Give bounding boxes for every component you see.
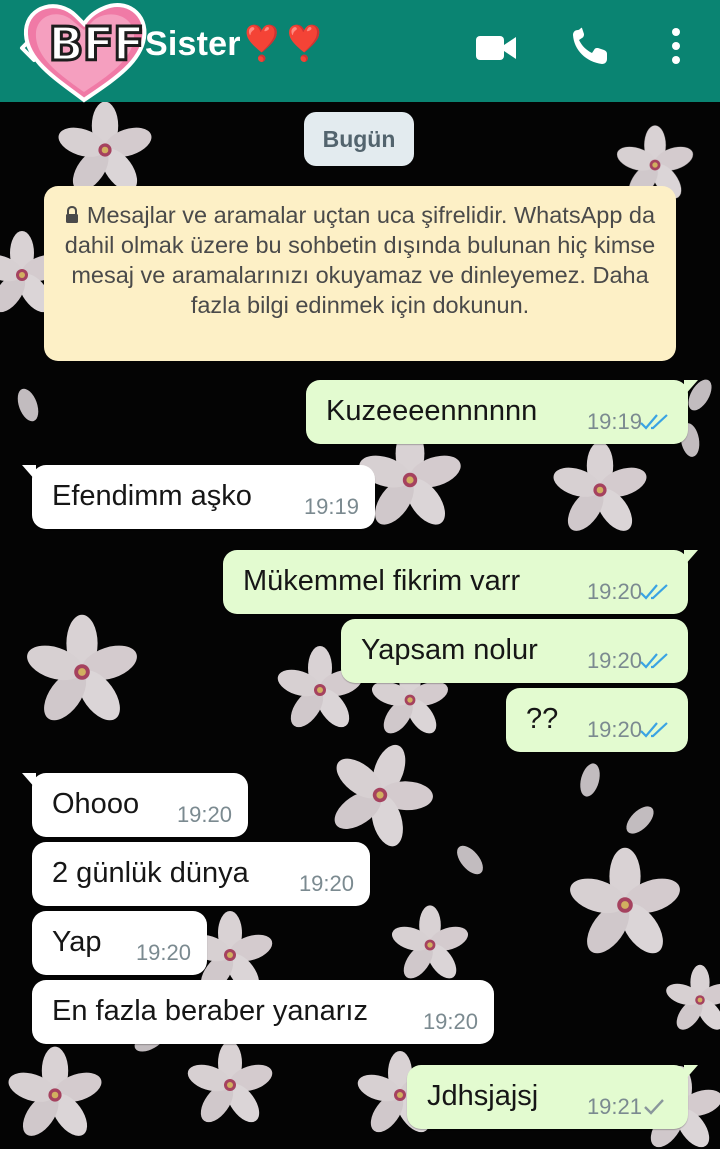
phone-icon[interactable] bbox=[566, 26, 618, 70]
message-bubble[interactable]: Jdhsjajsj 19:21 bbox=[407, 1065, 698, 1129]
message-time: 19:20 bbox=[135, 940, 191, 965]
single-check-sent-icon bbox=[644, 1099, 664, 1115]
message-bubble[interactable]: Mükemmel fikrim varr 19:20 bbox=[223, 550, 698, 614]
message-text: Efendimm aşko bbox=[52, 480, 252, 512]
bubble-tail bbox=[684, 550, 698, 566]
message-time: 19:20 bbox=[586, 717, 642, 742]
message-time: 19:21 bbox=[586, 1094, 642, 1119]
message-bubble[interactable]: Yap 19:20 bbox=[32, 911, 207, 975]
message-time: 19:20 bbox=[176, 802, 232, 827]
message-bubble[interactable]: Yapsam nolur 19:20 bbox=[341, 619, 688, 683]
message-time: 19:20 bbox=[586, 579, 642, 604]
message-text: 2 günlük dünya bbox=[52, 857, 249, 889]
message-text: Yapsam nolur bbox=[361, 634, 538, 666]
double-check-read-icon bbox=[640, 653, 668, 669]
video-camera-icon[interactable] bbox=[470, 26, 522, 70]
chat-header: BFF Sister❣️❣️ bbox=[0, 0, 720, 103]
message-bubble[interactable]: 2 günlük dünya 19:20 bbox=[32, 842, 370, 906]
message-bubble[interactable]: Kuzeeeennnnnn 19:19 bbox=[306, 380, 698, 444]
encryption-notice-text: Mesajlar ve aramalar uçtan uca şifrelidi… bbox=[64, 202, 656, 318]
bubble-tail bbox=[684, 380, 698, 396]
bubble-tail bbox=[22, 773, 36, 789]
double-check-read-icon bbox=[640, 414, 668, 430]
message-time: 19:20 bbox=[422, 1009, 478, 1034]
bubble-tail bbox=[22, 465, 36, 481]
double-check-read-icon bbox=[640, 722, 668, 738]
avatar-text: BFF bbox=[47, 16, 146, 73]
message-bubble[interactable]: ?? 19:20 bbox=[506, 688, 688, 752]
bubble-tail bbox=[684, 1065, 698, 1081]
lock-icon bbox=[65, 206, 78, 223]
message-text: Yap bbox=[52, 926, 102, 958]
double-check-read-icon bbox=[640, 584, 668, 600]
message-time: 19:20 bbox=[298, 871, 354, 896]
message-text: Ohooo bbox=[52, 788, 140, 820]
message-bubble[interactable]: Efendimm aşko 19:19 bbox=[22, 465, 375, 529]
contact-name[interactable]: Sister❣️❣️ bbox=[145, 24, 326, 64]
message-text: Kuzeeeennnnnn bbox=[326, 395, 538, 427]
message-time: 19:19 bbox=[303, 494, 359, 519]
message-text: Mükemmel fikrim varr bbox=[243, 565, 521, 597]
date-chip: Bugün bbox=[304, 112, 414, 166]
more-vertical-icon[interactable] bbox=[650, 26, 702, 70]
message-bubble[interactable]: Ohooo 19:20 bbox=[22, 773, 248, 837]
message-time: 19:20 bbox=[586, 648, 642, 673]
message-text: En fazla beraber yanarız bbox=[52, 995, 368, 1027]
encryption-notice[interactable]: Mesajlar ve aramalar uçtan uca şifrelidi… bbox=[44, 186, 676, 361]
message-text: Jdhsjajsj bbox=[427, 1080, 539, 1112]
message-text: ?? bbox=[526, 703, 559, 735]
message-time: 19:19 bbox=[586, 409, 642, 434]
message-bubble[interactable]: En fazla beraber yanarız 19:20 bbox=[32, 980, 494, 1044]
